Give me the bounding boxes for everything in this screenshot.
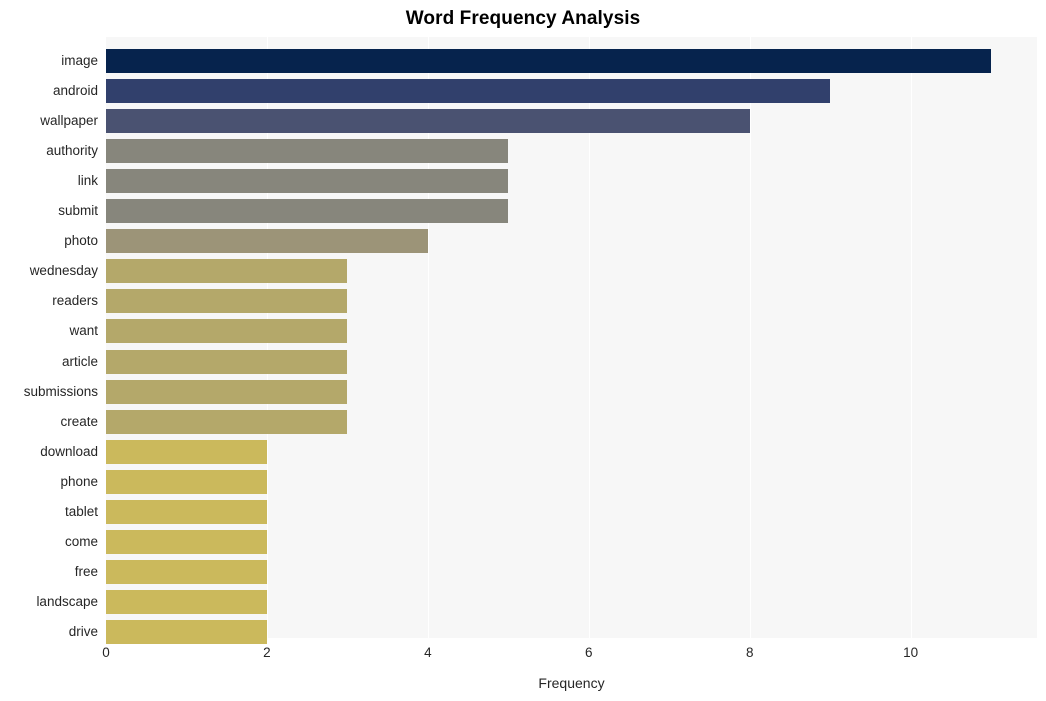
bar[interactable]	[106, 469, 267, 494]
y-tick-label: authority	[46, 143, 98, 159]
y-tick-label: landscape	[36, 593, 98, 609]
bar[interactable]	[106, 499, 267, 524]
bar[interactable]	[106, 49, 992, 74]
bar[interactable]	[106, 349, 348, 374]
y-tick-label: come	[64, 533, 98, 549]
bar[interactable]	[106, 109, 750, 134]
bar[interactable]	[106, 529, 267, 554]
x-tick-label: 4	[424, 645, 432, 660]
y-tick-label: readers	[52, 293, 98, 309]
bar[interactable]	[106, 559, 267, 584]
y-tick-label: wednesday	[29, 263, 98, 279]
x-tick-label: 6	[585, 645, 593, 660]
bar[interactable]	[106, 259, 348, 284]
y-tick-label: article	[61, 353, 98, 369]
y-tick-label: free	[74, 563, 98, 579]
bar[interactable]	[106, 139, 509, 164]
bar[interactable]	[106, 79, 831, 104]
y-tick-label: submissions	[23, 383, 98, 399]
bar[interactable]	[106, 409, 348, 434]
bar[interactable]	[106, 229, 428, 254]
y-tick-label: phone	[60, 473, 98, 489]
x-axis-title: Frequency	[538, 675, 605, 691]
plot-area	[106, 37, 1037, 644]
x-tick-label: 2	[263, 645, 271, 660]
y-tick-label: link	[77, 173, 98, 189]
y-tick-label: android	[52, 83, 98, 99]
y-tick-label: photo	[64, 233, 98, 249]
x-tick-label: 10	[903, 645, 919, 660]
bar[interactable]	[106, 199, 509, 224]
bar[interactable]	[106, 589, 267, 614]
chart-title: Word Frequency Analysis	[405, 8, 641, 29]
bar[interactable]	[106, 289, 348, 314]
y-tick-label: wallpaper	[40, 113, 98, 129]
y-tick-label: download	[40, 443, 98, 459]
bar[interactable]	[106, 319, 348, 344]
y-tick-label: tablet	[64, 503, 98, 519]
bar[interactable]	[106, 379, 348, 404]
bar[interactable]	[106, 439, 267, 464]
y-tick-label: image	[61, 53, 98, 69]
y-tick-label: create	[60, 413, 98, 429]
word-frequency-chart: Word Frequency Analysis image android wall…	[0, 0, 1046, 701]
y-tick-label: want	[69, 323, 98, 339]
bar[interactable]	[106, 169, 509, 194]
x-tick-label: 0	[102, 645, 110, 660]
x-axis-labels: 0 2 4 6 8 10	[0, 638, 1046, 668]
y-tick-label: submit	[58, 203, 98, 219]
y-axis-labels: image android wallpaper authority link submit…	[0, 37, 98, 639]
bars-layer	[106, 37, 1037, 644]
x-tick-label: 8	[745, 645, 754, 660]
